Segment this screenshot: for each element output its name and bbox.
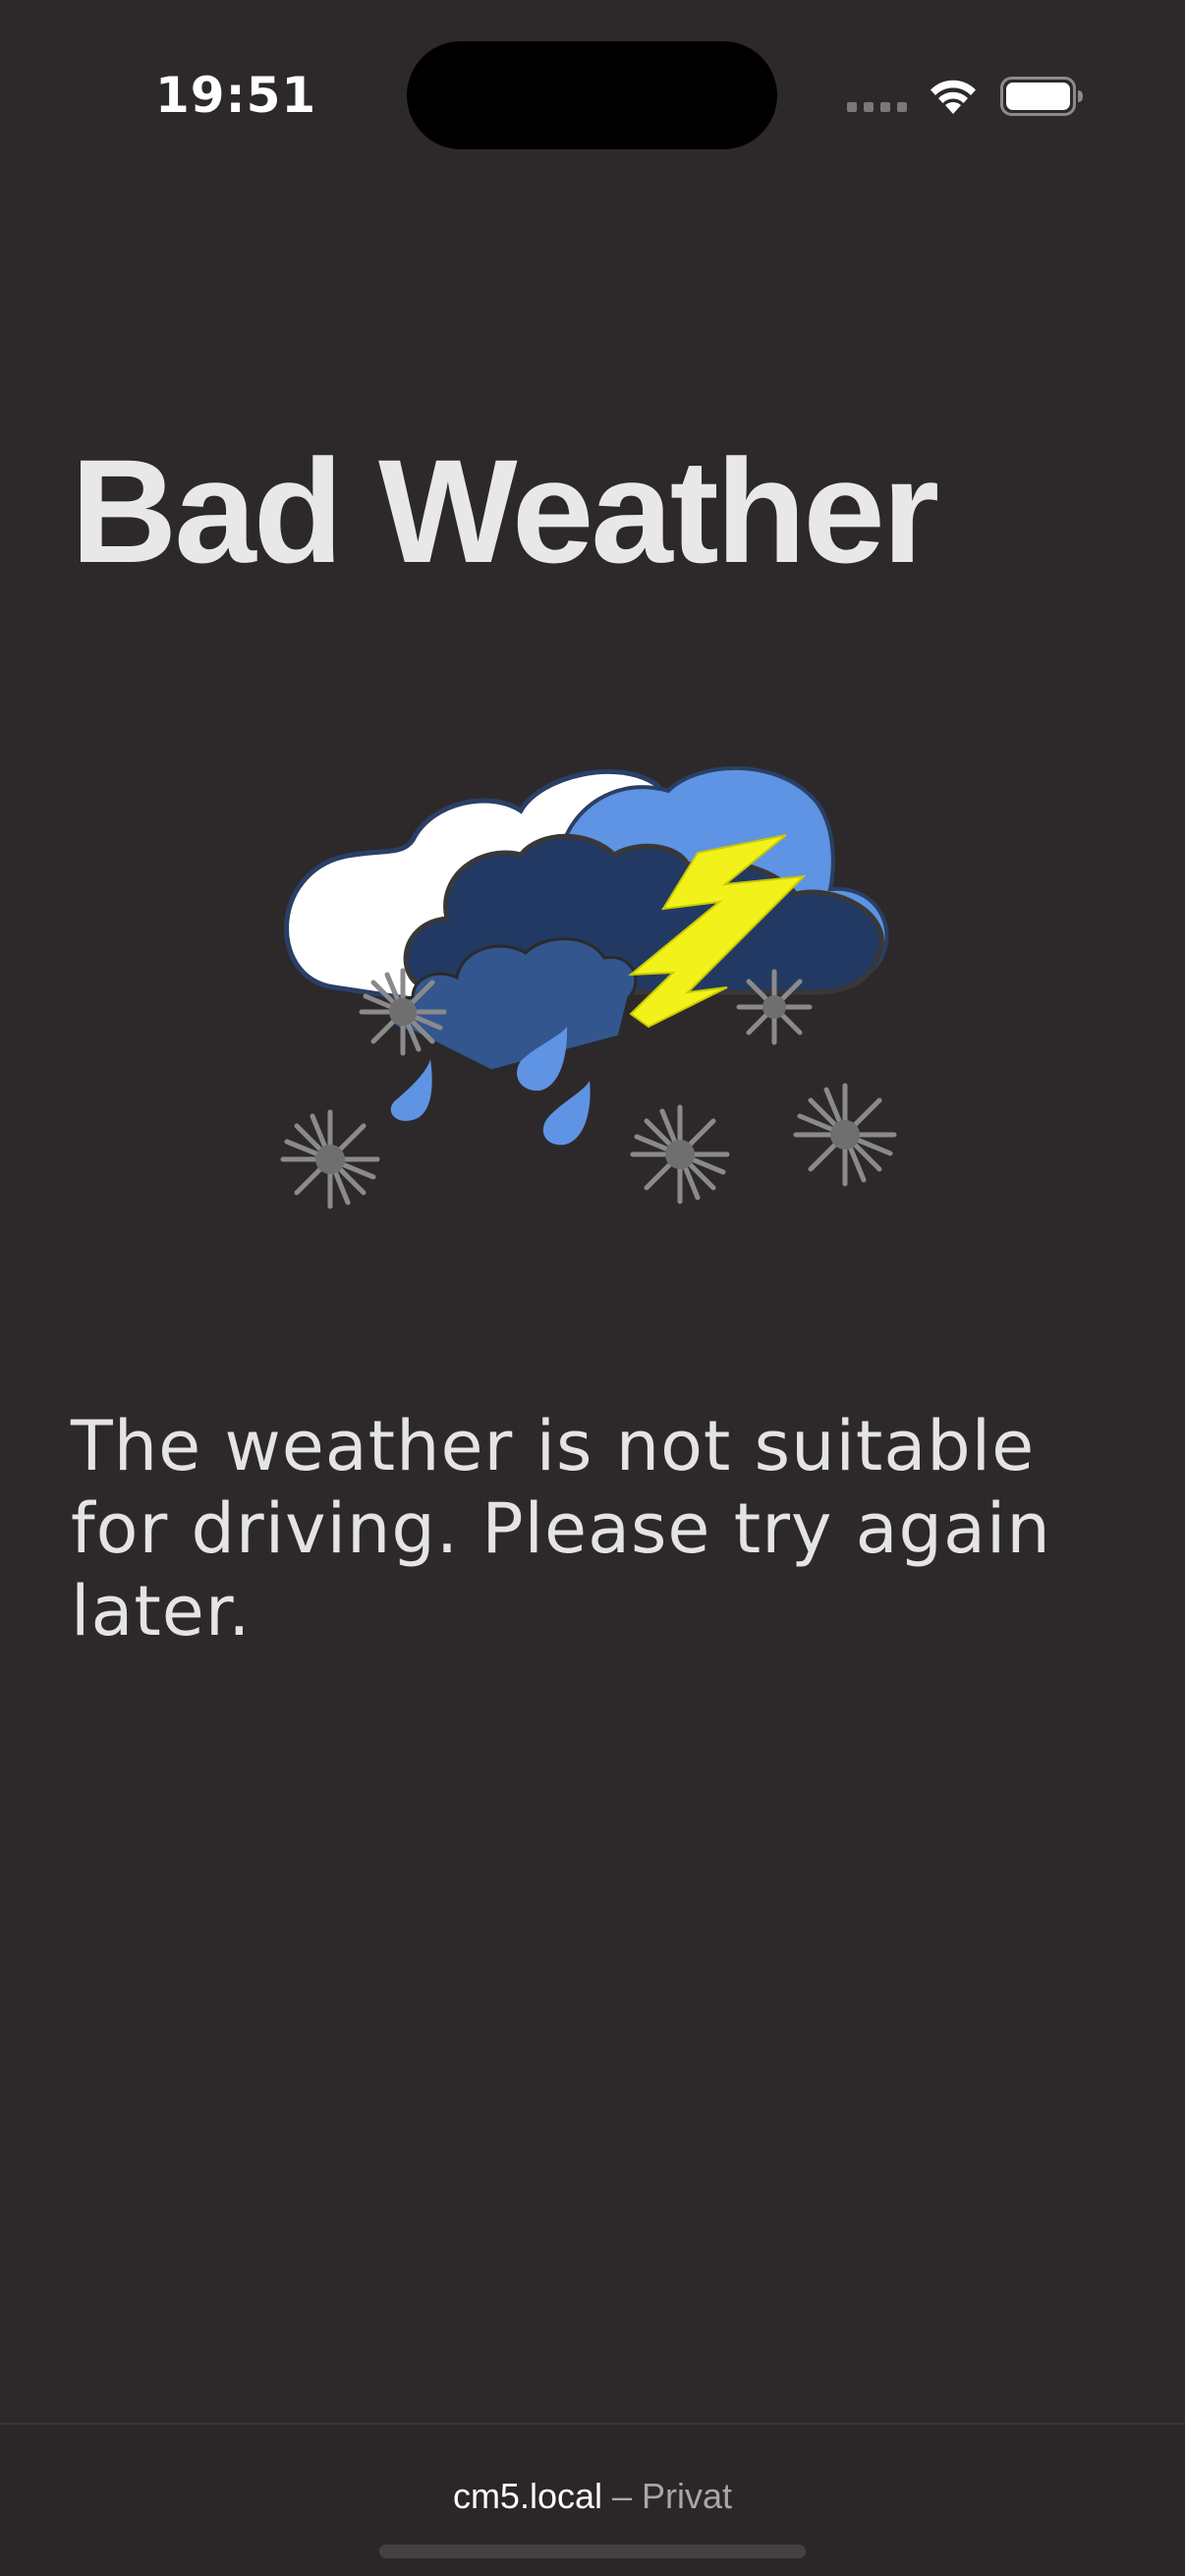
status-bar: 19:51 <box>0 0 1185 196</box>
dynamic-island <box>407 41 777 149</box>
battery-icon <box>1000 77 1083 116</box>
weather-message: The weather is not suitable for driving.… <box>71 1406 1051 1652</box>
rain-drop <box>390 1059 432 1121</box>
browsing-mode-label: Privat <box>642 2476 733 2516</box>
status-time: 19:51 <box>155 67 317 124</box>
home-indicator[interactable] <box>379 2545 806 2558</box>
page-title: Bad Weather <box>71 428 939 593</box>
wifi-icon <box>931 80 976 114</box>
address-separator: – <box>602 2476 643 2516</box>
address-text[interactable]: cm5.local – Privat <box>0 2476 1185 2517</box>
snowflake <box>793 1083 897 1187</box>
snowflake <box>280 1109 380 1209</box>
browser-address-bar[interactable]: cm5.local – Privat <box>0 2423 1185 2576</box>
snowflake <box>736 969 813 1045</box>
snowflake <box>359 968 447 1056</box>
rain-drop <box>542 1081 591 1146</box>
thunderstorm-weather-icon <box>280 765 897 1209</box>
snowflake <box>630 1104 730 1204</box>
address-host: cm5.local <box>452 2476 602 2516</box>
signal-dots-icon <box>847 102 907 112</box>
